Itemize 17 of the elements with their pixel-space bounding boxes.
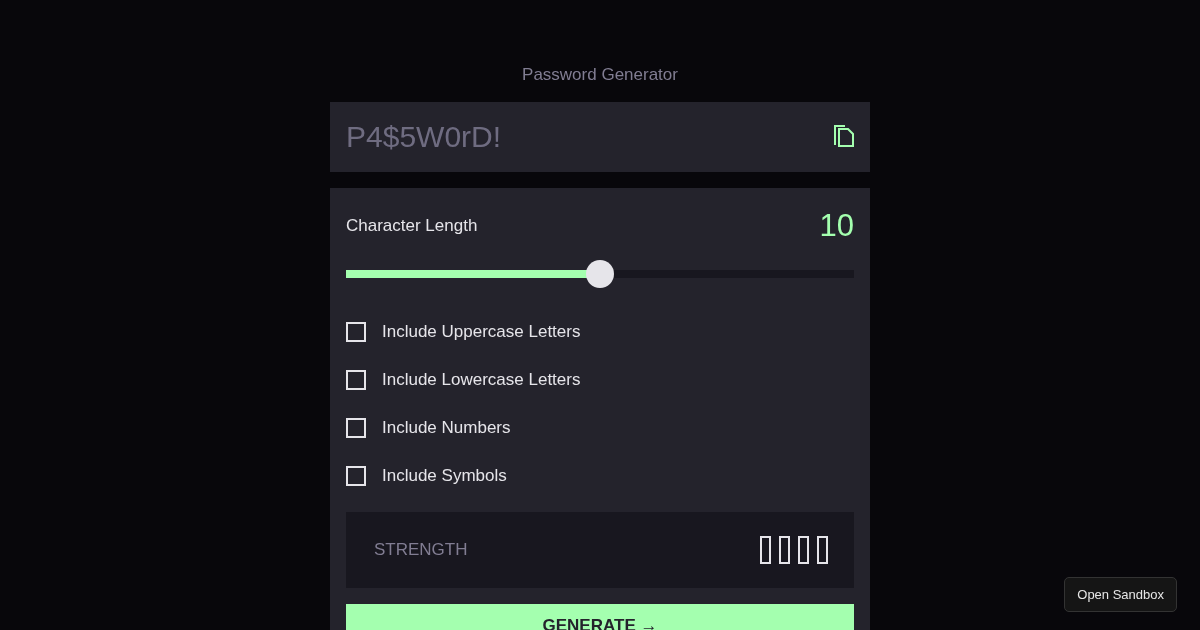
option-label[interactable]: Include Symbols	[382, 466, 507, 486]
checkbox[interactable]	[346, 466, 366, 486]
length-label: Character Length	[346, 216, 478, 236]
length-slider[interactable]	[346, 260, 854, 288]
length-value: 10	[819, 208, 854, 244]
checkbox[interactable]	[346, 418, 366, 438]
password-text: P4$5W0rD!	[346, 120, 502, 154]
option-label[interactable]: Include Uppercase Letters	[382, 322, 581, 342]
copy-icon[interactable]	[833, 125, 854, 149]
option-label[interactable]: Include Lowercase Letters	[382, 370, 581, 390]
open-sandbox-button[interactable]: Open Sandbox	[1064, 577, 1177, 612]
strength-label: STRENGTH	[374, 540, 468, 560]
slider-thumb[interactable]	[586, 260, 614, 288]
option-label[interactable]: Include Numbers	[382, 418, 511, 438]
app-title: Password Generator	[521, 64, 679, 86]
checkbox[interactable]	[346, 322, 366, 342]
checkbox[interactable]	[346, 370, 366, 390]
